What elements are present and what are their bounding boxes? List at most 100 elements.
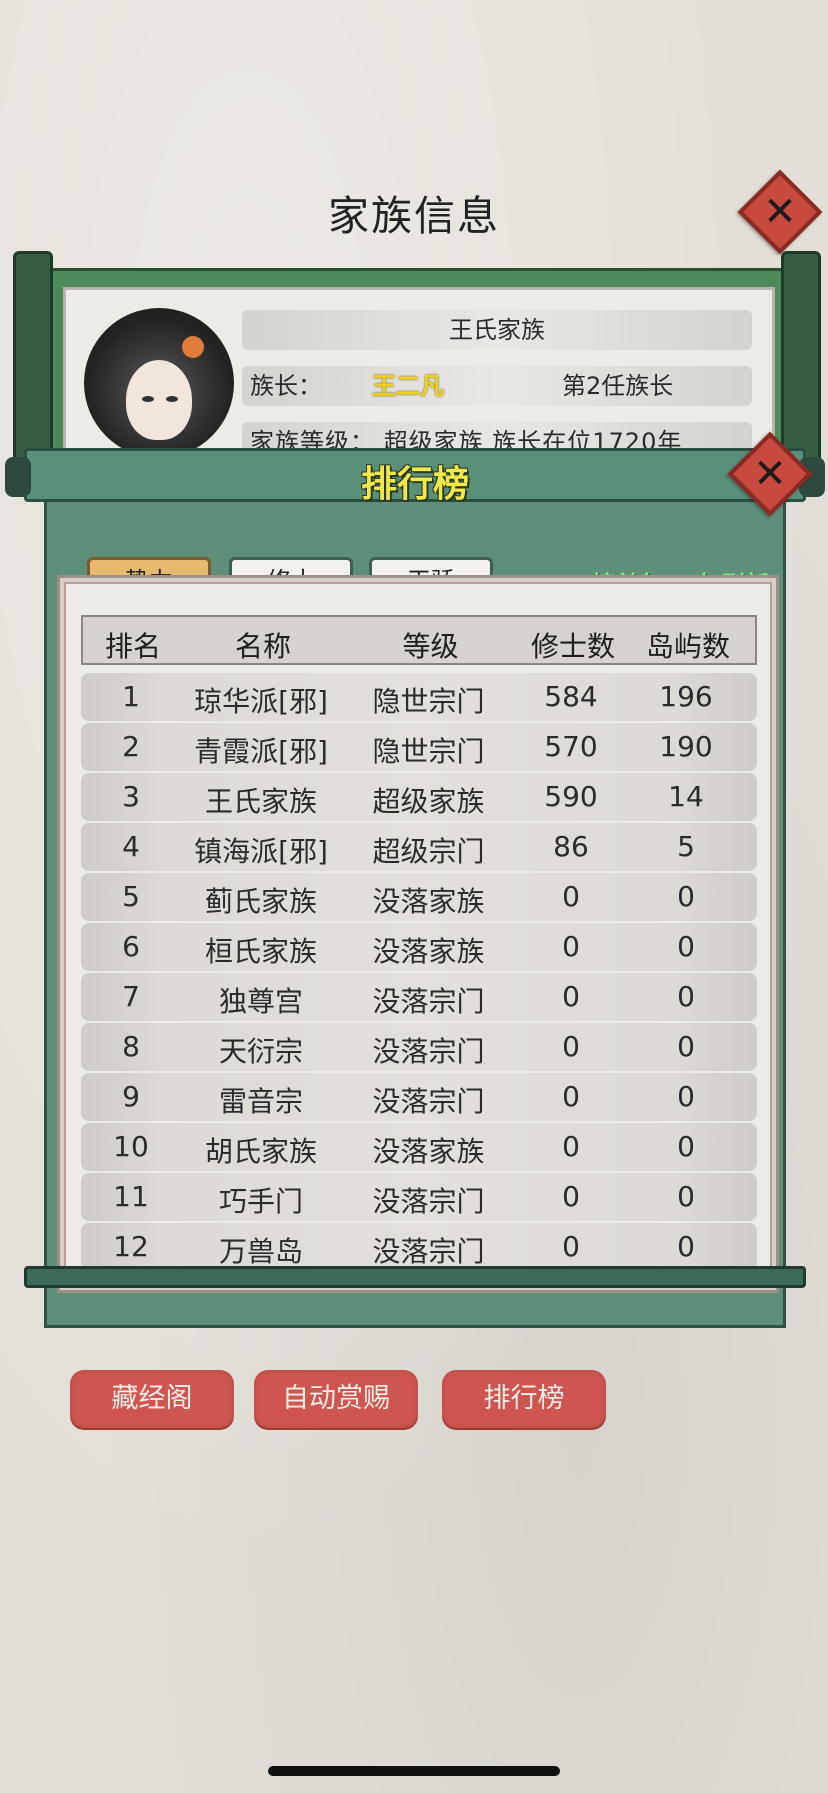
- library-button[interactable]: 藏经阁: [70, 1370, 234, 1428]
- table-row[interactable]: 12 万兽岛 没落宗门 0 0: [81, 1223, 757, 1271]
- home-indicator[interactable]: [268, 1766, 560, 1776]
- row-islands: 196: [659, 680, 713, 713]
- row-rank: 2: [122, 730, 140, 763]
- row-level: 没落家族: [372, 885, 485, 918]
- row-name: 镇海派[邪]: [194, 835, 328, 868]
- row-cultivators: 590: [544, 780, 598, 813]
- table-header: 排名 名称 等级 修士数 岛屿数: [81, 615, 757, 665]
- row-islands: 0: [677, 880, 695, 913]
- row-cultivators: 0: [562, 1130, 580, 1163]
- family-info-panel: 王氏家族 族长： 王二凡 第2任族长 家族等级： 超级家族 族长在位1720年: [13, 251, 821, 497]
- row-cultivators: 584: [544, 680, 598, 713]
- table-row[interactable]: 1 琼华派[邪] 隐世宗门 584 196: [81, 673, 757, 721]
- leader-label: 族长：: [250, 372, 322, 400]
- row-name: 青霞派[邪]: [194, 735, 328, 768]
- row-cultivators: 0: [562, 980, 580, 1013]
- row-name: 巧手门: [218, 1185, 303, 1218]
- avatar-eye-right: [166, 396, 178, 402]
- row-rank: 1: [122, 680, 140, 713]
- row-rank: 7: [122, 980, 140, 1013]
- auto-reward-button[interactable]: 自动赏赐: [254, 1370, 418, 1428]
- row-cultivators: 0: [562, 1080, 580, 1113]
- row-level: 超级宗门: [372, 835, 485, 868]
- ranking-title: 排行榜: [360, 464, 469, 505]
- row-level: 没落家族: [372, 935, 485, 968]
- table-row[interactable]: 8 天衍宗 没落宗门 0 0: [81, 1023, 757, 1071]
- avatar-eye-left: [142, 396, 154, 402]
- row-cultivators: 86: [553, 830, 589, 863]
- row-name: 蓟氏家族: [204, 885, 317, 918]
- column-header-islands: 岛屿数: [645, 630, 730, 663]
- table-row[interactable]: 7 独尊宫 没落宗门 0 0: [81, 973, 757, 1021]
- row-cultivators: 570: [544, 730, 598, 763]
- row-name: 琼华派[邪]: [194, 685, 328, 718]
- table-row[interactable]: 4 镇海派[邪] 超级宗门 86 5: [81, 823, 757, 871]
- family-name-row: 王氏家族: [242, 310, 752, 350]
- leader-name[interactable]: 王二凡: [372, 366, 444, 406]
- close-icon: ✕: [763, 189, 797, 235]
- row-level: 没落宗门: [372, 985, 485, 1018]
- row-level: 没落宗门: [372, 1035, 485, 1068]
- ranking-header: 排行榜: [5, 448, 825, 505]
- table-row[interactable]: 9 雷音宗 没落宗门 0 0: [81, 1073, 757, 1121]
- row-level: 隐世宗门: [372, 735, 485, 768]
- row-rank: 6: [122, 930, 140, 963]
- row-islands: 0: [677, 1080, 695, 1113]
- row-name: 万兽岛: [218, 1235, 303, 1268]
- close-icon: ✕: [753, 451, 787, 497]
- row-islands: 0: [677, 1030, 695, 1063]
- row-cultivators: 0: [562, 1230, 580, 1263]
- row-rank: 10: [113, 1130, 149, 1163]
- row-rank: 9: [122, 1080, 140, 1113]
- row-name: 天衍宗: [218, 1035, 303, 1068]
- table-row[interactable]: 5 蓟氏家族 没落家族 0 0: [81, 873, 757, 921]
- row-islands: 0: [677, 1130, 695, 1163]
- row-level: 没落宗门: [372, 1235, 485, 1268]
- row-rank: 12: [113, 1230, 149, 1263]
- row-rank: 8: [122, 1030, 140, 1063]
- table-row[interactable]: 2 青霞派[邪] 隐世宗门 570 190: [81, 723, 757, 771]
- row-level: 没落宗门: [372, 1085, 485, 1118]
- row-cultivators: 0: [562, 1180, 580, 1213]
- table-row[interactable]: 11 巧手门 没落宗门 0 0: [81, 1173, 757, 1221]
- row-rank: 11: [113, 1180, 149, 1213]
- page-title: 家族信息: [328, 192, 500, 240]
- leader-generation: 第2任族长: [562, 372, 674, 400]
- table-row[interactable]: 10 胡氏家族 没落家族 0 0: [81, 1123, 757, 1171]
- row-islands: 0: [677, 980, 695, 1013]
- ranking-panel: 势力 修士 天骄 榜单每10年刷新 排名 名称 等级 修士数 岛屿数 1 琼华派…: [5, 448, 825, 1328]
- row-level: 超级家族: [372, 785, 485, 818]
- column-header-cultivators: 修士数: [530, 630, 615, 663]
- row-islands: 0: [677, 1230, 695, 1263]
- row-rank: 3: [122, 780, 140, 813]
- ranking-list[interactable]: 1 琼华派[邪] 隐世宗门 584 196 2 青霞派[邪] 隐世宗门 570 …: [81, 673, 757, 1271]
- avatar-face: [126, 360, 192, 440]
- row-cultivators: 0: [562, 1030, 580, 1063]
- ranking-body: 势力 修士 天骄 榜单每10年刷新 排名 名称 等级 修士数 岛屿数 1 琼华派…: [44, 498, 786, 1328]
- row-level: 没落宗门: [372, 1185, 485, 1218]
- row-islands: 5: [677, 830, 695, 863]
- row-cultivators: 0: [562, 930, 580, 963]
- column-header-rank: 排名: [104, 630, 161, 663]
- column-header-name: 名称: [234, 630, 291, 663]
- row-cultivators: 0: [562, 880, 580, 913]
- row-level: 隐世宗门: [372, 685, 485, 718]
- table-row[interactable]: 6 桓氏家族 没落家族 0 0: [81, 923, 757, 971]
- row-name: 独尊宫: [218, 985, 303, 1018]
- row-islands: 0: [677, 1180, 695, 1213]
- leaderboard-button[interactable]: 排行榜: [442, 1370, 606, 1428]
- row-islands: 190: [659, 730, 713, 763]
- row-rank: 5: [122, 880, 140, 913]
- column-header-level: 等级: [402, 630, 459, 663]
- row-name: 胡氏家族: [204, 1135, 317, 1168]
- row-name: 雷音宗: [218, 1085, 303, 1118]
- row-islands: 14: [668, 780, 704, 813]
- table-row[interactable]: 3 王氏家族 超级家族 590 14: [81, 773, 757, 821]
- row-rank: 4: [122, 830, 140, 863]
- row-name: 王氏家族: [204, 785, 317, 818]
- row-level: 没落家族: [372, 1135, 485, 1168]
- hair-flower-icon: [182, 336, 204, 358]
- row-name: 桓氏家族: [204, 935, 317, 968]
- family-leader-avatar: [84, 308, 234, 458]
- row-islands: 0: [677, 930, 695, 963]
